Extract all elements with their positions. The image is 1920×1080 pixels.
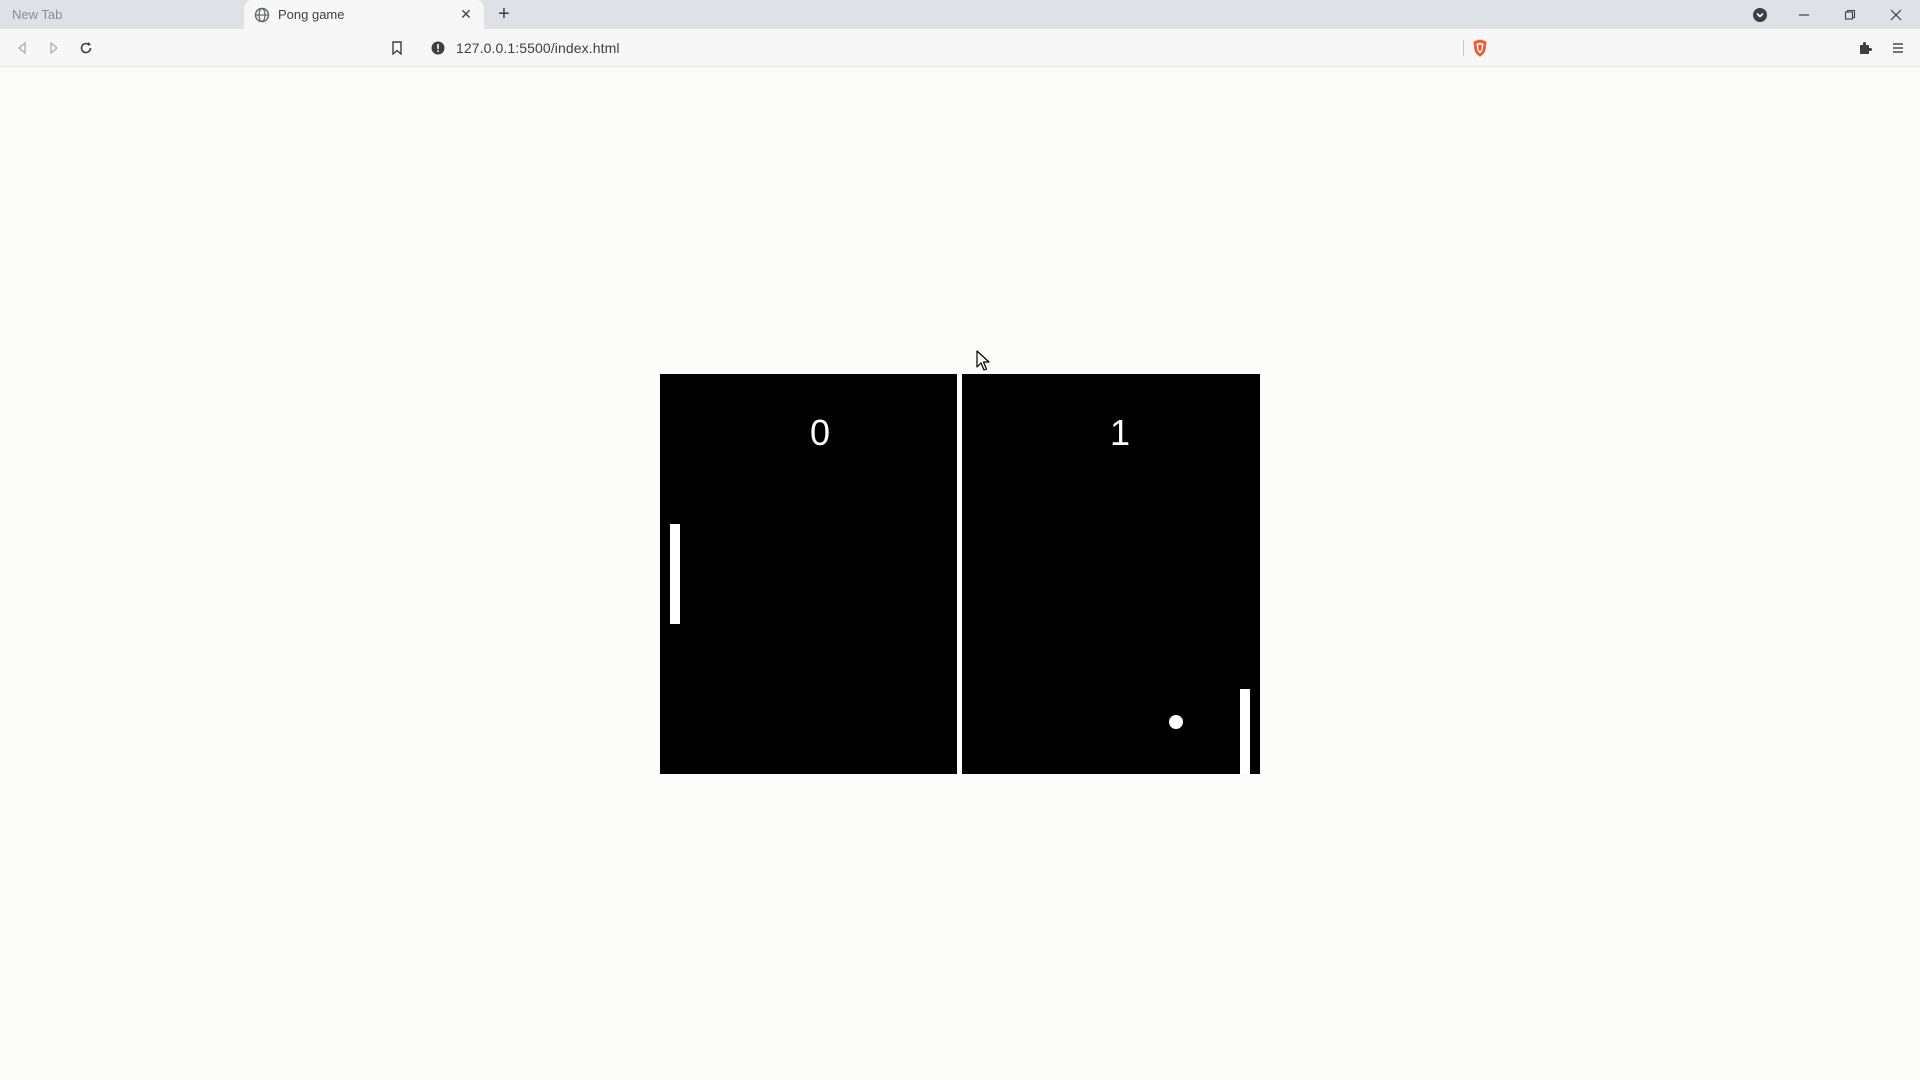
tab-title: New Tab <box>12 7 63 22</box>
tab-strip: New Tab Pong game ✕ + <box>0 0 1920 29</box>
globe-icon <box>254 7 270 23</box>
back-icon[interactable] <box>12 38 32 58</box>
tab-search-icon[interactable] <box>1738 0 1782 29</box>
brave-shields-icon[interactable] <box>1470 38 1490 58</box>
mouse-cursor-icon <box>976 350 990 371</box>
ball <box>1169 715 1183 729</box>
center-net <box>957 374 962 774</box>
address-bar[interactable]: 127.0.0.1:5500/index.html <box>420 34 1500 62</box>
close-tab-icon[interactable]: ✕ <box>458 6 474 22</box>
tab-pong-game[interactable]: Pong game ✕ <box>244 0 484 29</box>
right-score: 1 <box>1109 412 1131 453</box>
minimize-icon[interactable] <box>1782 0 1826 29</box>
site-info-icon[interactable] <box>430 40 446 56</box>
menu-icon[interactable] <box>1888 38 1908 58</box>
tab-new-tab[interactable]: New Tab <box>0 0 244 29</box>
restore-icon[interactable] <box>1828 0 1872 29</box>
left-paddle <box>670 524 680 624</box>
forward-icon[interactable] <box>44 38 64 58</box>
right-paddle <box>1240 689 1250 774</box>
extensions-icon[interactable] <box>1856 38 1876 58</box>
omnibox-divider <box>1463 40 1464 56</box>
browser-toolbar: 127.0.0.1:5500/index.html <box>0 29 1920 67</box>
left-score: 0 <box>809 412 831 453</box>
url-text[interactable]: 127.0.0.1:5500/index.html <box>456 40 620 56</box>
new-tab-button[interactable]: + <box>494 4 514 24</box>
pong-board[interactable]: 0 1 <box>660 374 1260 774</box>
close-window-icon[interactable] <box>1874 0 1918 29</box>
reload-icon[interactable] <box>76 38 96 58</box>
bookmark-icon[interactable] <box>387 38 407 58</box>
tab-title: Pong game <box>278 7 345 22</box>
